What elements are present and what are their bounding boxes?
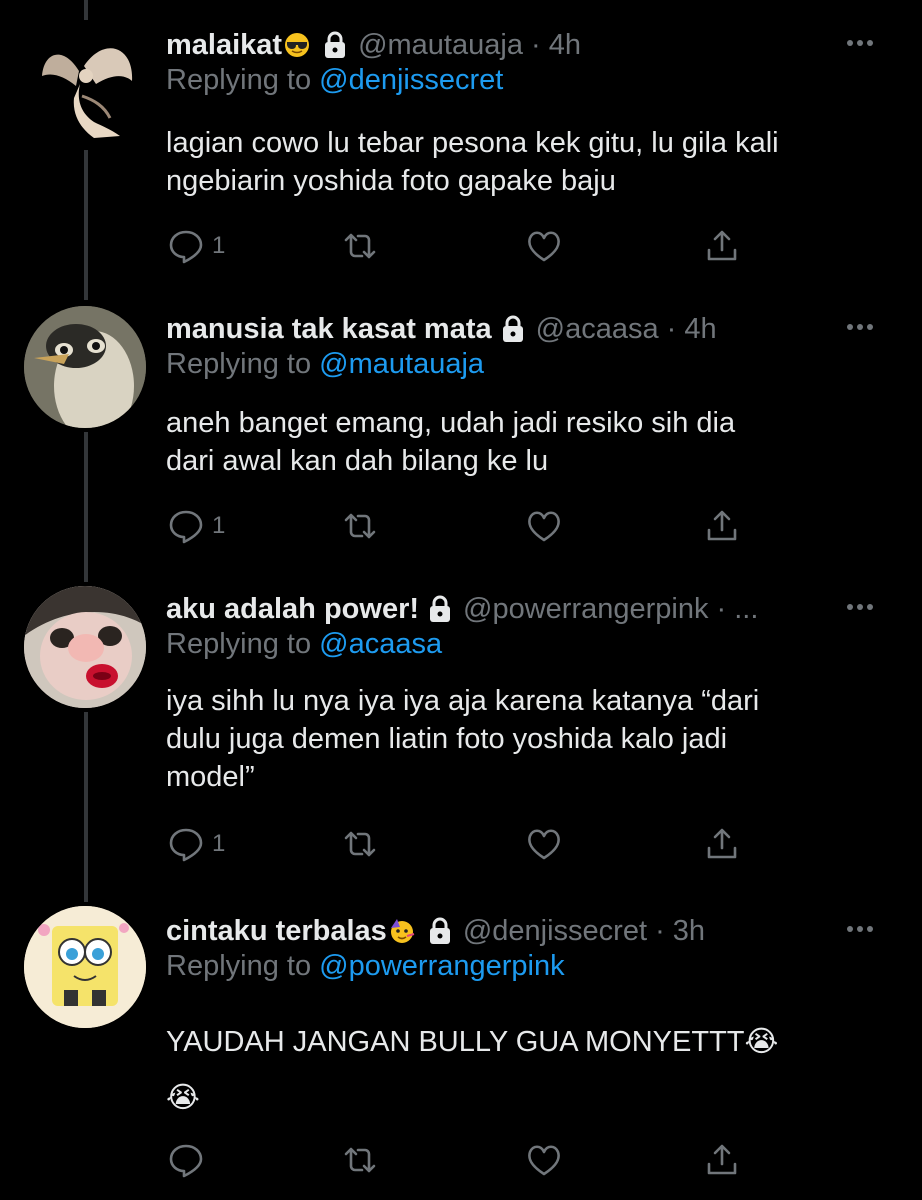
mention-link[interactable]: @denjissecret [319, 64, 503, 96]
like-button[interactable] [526, 506, 562, 546]
tweet-text-line: 😭 [166, 1082, 200, 1114]
retweet-button[interactable] [342, 1140, 378, 1180]
more-options-icon[interactable] [846, 38, 874, 48]
reply-button[interactable]: 1 [168, 824, 225, 864]
tweet-header: manusia tak kasat mata @acaasa · 4h [166, 304, 717, 354]
avatar[interactable] [24, 26, 146, 148]
reply-count: 1 [212, 232, 226, 259]
heart-icon [528, 829, 560, 860]
mention-link[interactable]: @powerrangerpink [319, 950, 564, 982]
tweet-actions: 1 [166, 226, 766, 266]
replying-to-line: Replying to @acaasa [166, 628, 442, 661]
retweet-icon [344, 513, 376, 539]
reply-button[interactable] [168, 1140, 212, 1180]
thread-line-top [84, 0, 88, 20]
retweet-button[interactable] [342, 824, 378, 864]
share-icon [707, 230, 737, 261]
avatar[interactable] [24, 306, 146, 428]
lock-icon [427, 916, 453, 946]
share-button[interactable] [704, 506, 740, 546]
thread-line-3 [84, 712, 88, 902]
thread-line-2 [84, 432, 88, 582]
lock-icon [427, 594, 453, 624]
tweet-header: aku adalah power! @powerrangerpink · ... [166, 584, 758, 634]
display-name[interactable]: aku adalah power! [166, 593, 419, 626]
share-icon [707, 1144, 737, 1175]
heart-icon [528, 231, 560, 262]
tweet-text-line: dari awal kan dah bilang ke lu [166, 445, 549, 477]
reply-icon [169, 1144, 203, 1178]
share-icon [707, 510, 737, 541]
reply-icon [169, 828, 203, 862]
retweet-button[interactable] [342, 506, 378, 546]
tweet-text-line: aneh banget emang, udah jadi resiko sih … [166, 407, 736, 439]
handle-and-time[interactable]: @acaasa · 4h [536, 313, 717, 346]
tweet-text: lagian cowo lu tebar pesona kek gitu, lu… [166, 124, 876, 200]
share-button[interactable] [704, 1140, 740, 1180]
spongebob-avatar-icon [24, 906, 146, 1028]
retweet-icon [344, 1147, 376, 1173]
more-options-icon[interactable] [846, 322, 874, 332]
avatar[interactable] [24, 586, 146, 708]
display-name[interactable]: malaikat [166, 29, 282, 62]
sunglasses-emoji-icon [284, 32, 310, 58]
like-button[interactable] [526, 1140, 562, 1180]
reply-icon [169, 230, 203, 264]
replying-to-line: Replying to @denjissecret [166, 64, 503, 97]
like-button[interactable] [526, 226, 562, 266]
replying-to-label: Replying to [166, 628, 320, 660]
avatar[interactable] [24, 906, 146, 1028]
reply-count: 1 [212, 512, 226, 539]
retweet-button[interactable] [342, 226, 378, 266]
share-icon [707, 828, 737, 859]
tweet-text-line: lagian cowo lu tebar pesona kek gitu, lu… [166, 127, 779, 159]
thread-line-1 [84, 150, 88, 300]
handle-and-time[interactable]: @denjissecret · 3h [463, 915, 705, 948]
reply-button[interactable]: 1 [168, 506, 225, 546]
tweet-header: cintaku terbalas @denjissecret · 3h [166, 906, 705, 956]
display-name[interactable]: cintaku terbalas [166, 915, 387, 948]
tweet-actions: 1 [166, 824, 766, 864]
replying-to-line: Replying to @mautauaja [166, 348, 484, 381]
reply-count: 1 [212, 830, 226, 857]
tweet-text: YAUDAH JANGAN BULLY GUA MONYETTT😭 😭 [166, 1014, 876, 1126]
tweet-text-line: YAUDAH JANGAN BULLY GUA MONYETTT😭 [166, 1026, 779, 1058]
tweet-text: iya sihh lu nya iya iya aja karena katan… [166, 682, 876, 796]
display-name[interactable]: manusia tak kasat mata [166, 313, 492, 346]
more-options-icon[interactable] [846, 924, 874, 934]
heart-icon [528, 1145, 560, 1176]
tweet-text-line: model” [166, 761, 255, 793]
dog-face-avatar-icon [24, 586, 146, 708]
replying-to-label: Replying to [166, 348, 320, 380]
replying-to-label: Replying to [166, 64, 320, 96]
reply-button[interactable]: 1 [168, 226, 225, 266]
tweet-actions: 1 [166, 506, 766, 546]
penguin-avatar-icon [24, 306, 146, 428]
tweet-text-line: iya sihh lu nya iya iya aja karena katan… [166, 685, 760, 717]
lock-icon [322, 30, 348, 60]
like-button[interactable] [526, 824, 562, 864]
reply-icon [169, 510, 203, 544]
tweet-header: malaikat @mautauaja · 4h [166, 20, 581, 70]
share-button[interactable] [704, 824, 740, 864]
mention-link[interactable]: @acaasa [319, 628, 442, 660]
tweet-text-line: dulu juga demen liatin foto yoshida kalo… [166, 723, 728, 755]
tweet-actions [166, 1140, 766, 1180]
heart-icon [528, 511, 560, 542]
handle-and-time[interactable]: @powerrangerpink · ... [463, 593, 758, 626]
lock-icon [500, 314, 526, 344]
share-button[interactable] [704, 226, 740, 266]
more-options-icon[interactable] [846, 602, 874, 612]
retweet-icon [344, 233, 376, 259]
replying-to-line: Replying to @powerrangerpink [166, 950, 565, 983]
party-face-emoji-icon [389, 918, 415, 944]
tweet-text: aneh banget emang, udah jadi resiko sih … [166, 404, 876, 480]
angel-statue-avatar-icon [24, 26, 146, 148]
handle-and-time[interactable]: @mautauaja · 4h [358, 29, 581, 62]
tweet-text-line: ngebiarin yoshida foto gapake baju [166, 165, 616, 197]
retweet-icon [344, 831, 376, 857]
replying-to-label: Replying to [166, 950, 320, 982]
mention-link[interactable]: @mautauaja [319, 348, 484, 380]
